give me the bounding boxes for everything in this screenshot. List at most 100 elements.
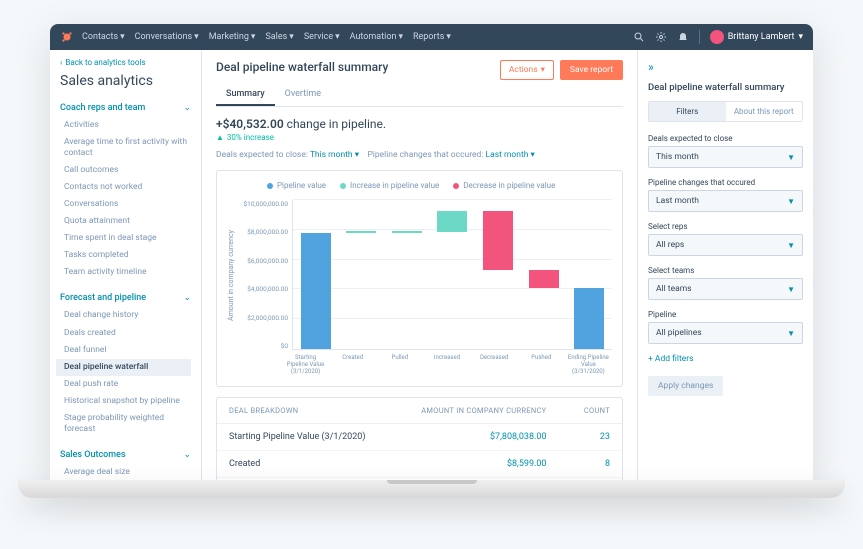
filter-group: Pipeline All pipelines▼	[648, 310, 803, 344]
collapse-icon[interactable]: »	[648, 60, 803, 74]
sidebar-item[interactable]: Stage probability weighted forecast	[60, 410, 191, 438]
x-tick: Created	[332, 354, 374, 376]
filter-select[interactable]: All teams▼	[648, 278, 803, 300]
chevron-down-icon: ▾	[335, 32, 340, 42]
laptop-base	[18, 480, 845, 498]
filter-close-link[interactable]: This month ▾	[310, 150, 359, 160]
sidebar-section-head[interactable]: Sales Outcomes⌄	[60, 446, 191, 464]
nav-item-marketing[interactable]: Marketing ▾	[209, 32, 256, 42]
triangle-up-icon: ▲	[216, 133, 224, 142]
chevron-down-icon: ▾	[798, 32, 803, 42]
chevron-down-icon: ▾	[398, 32, 403, 42]
breakdown-table: DEAL BREAKDOWN AMOUNT IN COMPANY CURRENC…	[216, 397, 623, 484]
table-header: AMOUNT IN COMPANY CURRENCY	[420, 406, 547, 415]
table-row[interactable]: Created$8,599.008	[217, 451, 622, 478]
bar	[529, 200, 559, 349]
nav-item-reports[interactable]: Reports ▾	[413, 32, 451, 42]
chevron-left-icon: ‹	[60, 58, 62, 67]
user-menu[interactable]: Brittany Lambert ▾	[710, 30, 803, 44]
right-panel-title: Deal pipeline waterfall summary	[648, 82, 803, 93]
chevron-down-icon: ▾	[289, 32, 294, 42]
y-tick: $8,000,000.00	[237, 228, 288, 236]
filter-label: Select teams	[648, 266, 803, 275]
apply-changes-button[interactable]: Apply changes	[648, 376, 723, 396]
table-row[interactable]: Starting Pipeline Value (3/1/2020)$7,808…	[217, 424, 622, 451]
nav-item-sales[interactable]: Sales ▾	[265, 32, 293, 42]
logo-icon	[60, 30, 74, 44]
chevron-down-icon: ▼	[787, 285, 795, 294]
chevron-down-icon: ▾	[120, 32, 125, 42]
main-content: Deal pipeline waterfall summary Actions▾…	[202, 50, 637, 484]
sidebar-item[interactable]: Average deal size	[60, 464, 191, 481]
chevron-down-icon: ▼	[787, 329, 795, 338]
y-axis-label: Amount in company currency	[227, 230, 235, 321]
nav-item-automation[interactable]: Automation ▾	[350, 32, 403, 42]
table-header: DEAL BREAKDOWN	[229, 406, 420, 415]
nav-item-conversations[interactable]: Conversations ▾	[135, 32, 199, 42]
save-report-button[interactable]: Save report	[560, 60, 623, 80]
chart-plot	[292, 200, 612, 350]
filter-group: Select teams All teams▼	[648, 266, 803, 300]
filter-select[interactable]: Last month▼	[648, 190, 803, 212]
sidebar-section-head[interactable]: Forecast and pipeline⌄	[60, 289, 191, 307]
top-nav: Contacts ▾ Conversations ▾ Marketing ▾ Sale…	[50, 24, 813, 50]
sidebar-item[interactable]: Tasks completed	[60, 247, 191, 264]
sidebar-item[interactable]: Contacts not worked	[60, 179, 191, 196]
sidebar-item[interactable]: Activities	[60, 117, 191, 134]
right-tab[interactable]: About this report	[726, 102, 803, 121]
chevron-down-icon: ▼	[787, 241, 795, 250]
tab-overtime[interactable]: Overtime	[275, 84, 331, 106]
chevron-down-icon: ⌄	[183, 293, 191, 303]
nav-item-contacts[interactable]: Contacts ▾	[82, 32, 125, 42]
gear-icon[interactable]	[655, 31, 667, 43]
sidebar-item[interactable]: Conversations	[60, 196, 191, 213]
sidebar: ‹ Back to analytics tools Sales analytic…	[50, 50, 202, 484]
bar	[437, 200, 467, 349]
actions-button[interactable]: Actions▾	[500, 60, 554, 80]
filter-select[interactable]: All pipelines▼	[648, 322, 803, 344]
bell-icon[interactable]	[677, 31, 689, 43]
right-tab[interactable]: Filters	[649, 102, 726, 121]
filter-label: Select reps	[648, 222, 803, 231]
report-title: Deal pipeline waterfall summary	[216, 60, 388, 74]
bar	[574, 200, 604, 349]
filter-select[interactable]: All reps▼	[648, 234, 803, 256]
sidebar-item[interactable]: Time spent in deal stage	[60, 230, 191, 247]
x-tick: Starting Pipeline Value (3/1/2020)	[285, 354, 327, 376]
sidebar-item[interactable]: Deal pipeline waterfall	[56, 359, 191, 376]
add-filters-link[interactable]: + Add filters	[648, 354, 803, 364]
x-tick: Decreased	[473, 354, 515, 376]
y-tick: $2,000,000.00	[237, 314, 288, 322]
filter-changes-link[interactable]: Last month ▾	[486, 150, 535, 160]
filter-group: Select reps All reps▼	[648, 222, 803, 256]
filter-label: Pipeline	[648, 310, 803, 319]
x-tick: Pulled	[379, 354, 421, 376]
sidebar-item[interactable]: Quota attainment	[60, 213, 191, 230]
sidebar-section-head[interactable]: Coach reps and team⌄	[60, 99, 191, 117]
filter-select[interactable]: This month▼	[648, 146, 803, 168]
sidebar-item[interactable]: Call outcomes	[60, 162, 191, 179]
y-tick: $10,000,000.00	[237, 200, 288, 208]
legend-item: Increase in pipeline value	[340, 181, 439, 190]
chevron-down-icon: ▾	[194, 32, 199, 42]
nav-item-service[interactable]: Service ▾	[304, 32, 340, 42]
sidebar-item[interactable]: Historical snapshot by pipeline	[60, 393, 191, 410]
sidebar-item[interactable]: Deal change history	[60, 307, 191, 324]
y-tick: $6,000,000.00	[237, 257, 288, 265]
sidebar-item[interactable]: Deal funnel	[60, 342, 191, 359]
chevron-down-icon: ▾	[446, 32, 451, 42]
bar	[301, 200, 331, 349]
chevron-down-icon: ▾	[541, 65, 545, 75]
sidebar-item[interactable]: Deal push rate	[60, 376, 191, 393]
right-panel: » Deal pipeline waterfall summary Filter…	[637, 50, 813, 484]
sidebar-item[interactable]: Average time to first activity with cont…	[60, 134, 191, 162]
back-link[interactable]: ‹ Back to analytics tools	[60, 58, 191, 67]
chevron-down-icon: ⌄	[183, 103, 191, 113]
user-name: Brittany Lambert	[728, 32, 795, 42]
sidebar-item[interactable]: Deals created	[60, 325, 191, 342]
x-tick: Ending Pipeline Value (3/31/2020)	[567, 354, 609, 376]
avatar	[710, 30, 724, 44]
sidebar-item[interactable]: Team activity timeline	[60, 264, 191, 281]
tab-summary[interactable]: Summary	[216, 84, 275, 106]
search-icon[interactable]	[633, 31, 645, 43]
